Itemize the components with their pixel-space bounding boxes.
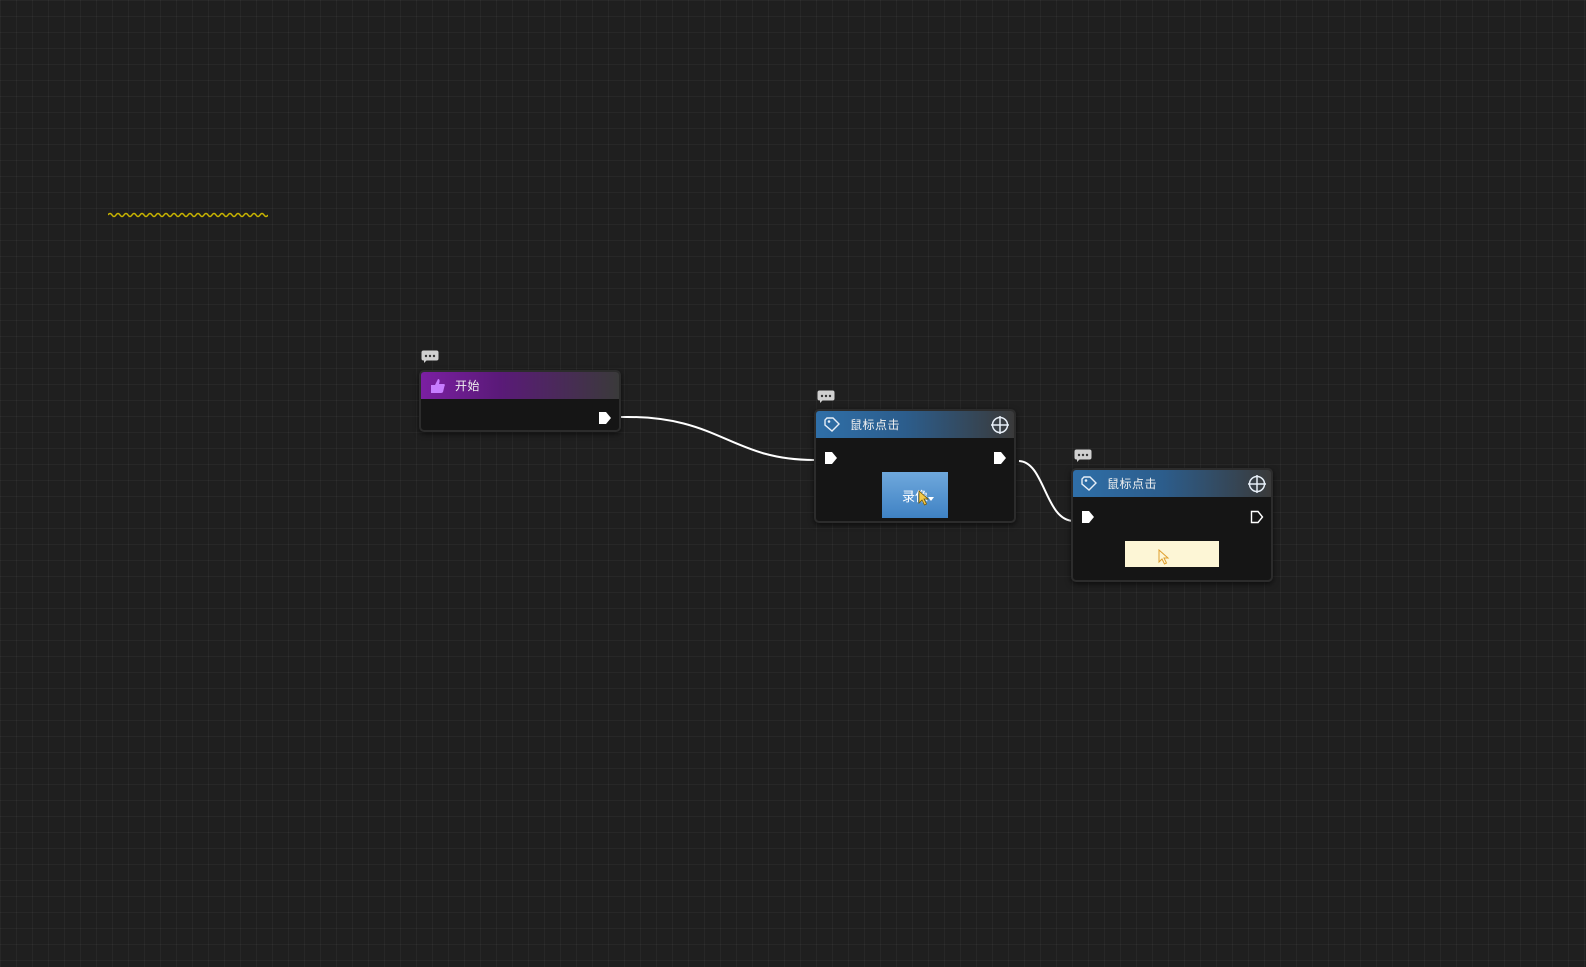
node-title: 鼠标点击 — [850, 418, 901, 432]
start-node[interactable]: 开始 — [419, 370, 621, 432]
comment-icon[interactable] — [421, 350, 439, 363]
exec-output-pin-icon[interactable] — [993, 451, 1007, 465]
mouse-click-node[interactable]: 鼠标点击 录像 — [814, 409, 1016, 523]
screen-capture-placeholder[interactable] — [1125, 541, 1219, 567]
exec-output-pin-icon[interactable] — [598, 411, 612, 425]
node-graph-canvas[interactable]: 开始 鼠标点击 录像 鼠标点击 — [0, 0, 1586, 967]
wire-click1-to-click2 — [1018, 460, 1075, 522]
squiggle-annotation — [108, 212, 268, 218]
crosshair-icon[interactable] — [1247, 474, 1267, 494]
mouse-click-node-header[interactable]: 鼠标点击 — [1073, 470, 1271, 497]
screen-capture-button[interactable]: 录像 — [882, 472, 948, 518]
start-node-header[interactable]: 开始 — [421, 372, 619, 399]
wire-layer — [620, 415, 1075, 522]
dropdown-caret-icon — [928, 497, 934, 501]
node-title: 鼠标点击 — [1107, 477, 1158, 491]
node-title: 开始 — [455, 379, 481, 393]
exec-input-pin-icon[interactable] — [824, 451, 838, 465]
mouse-click-node[interactable]: 鼠标点击 — [1071, 468, 1273, 582]
comment-icon[interactable] — [1074, 449, 1092, 462]
crosshair-icon[interactable] — [990, 415, 1010, 435]
exec-input-pin-icon[interactable] — [1081, 510, 1095, 524]
mouse-tag-icon — [822, 415, 842, 435]
cursor-icon — [1158, 549, 1170, 565]
exec-output-pin-empty-icon[interactable] — [1250, 510, 1264, 524]
mouse-tag-icon — [1079, 474, 1099, 494]
mouse-click-node-header[interactable]: 鼠标点击 — [816, 411, 1014, 438]
wire-start-to-click1 — [620, 415, 815, 461]
pointing-hand-icon — [427, 376, 447, 396]
comment-icon[interactable] — [817, 390, 835, 403]
